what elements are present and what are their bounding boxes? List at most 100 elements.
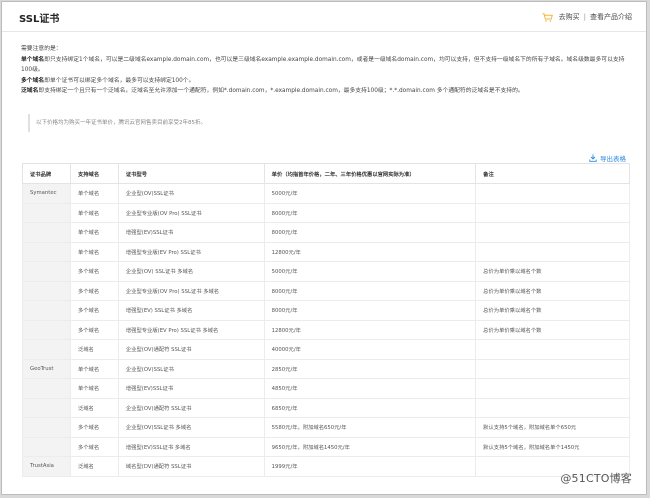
export-table-button[interactable]: 导出表格 bbox=[589, 153, 626, 163]
cell-price: 12800元/年 bbox=[263, 241, 477, 262]
cell-brand: Symantec bbox=[22, 183, 71, 204]
cell-model: 增强型(EV) SSL证书 多域名 bbox=[117, 300, 265, 321]
cell-price: 1999元/年 bbox=[263, 456, 477, 477]
notice-term: 泛域名 bbox=[21, 88, 39, 94]
cell-model: 域名型(DV)通配符 SSL证书 bbox=[117, 456, 265, 477]
table-row: 单个域名 增强型(EV)SSL证书 8000元/年 bbox=[22, 222, 630, 243]
watermark: @51CTO博客 bbox=[560, 472, 632, 485]
top-bar: SSL证书 去购买 | 查看产品介绍 bbox=[2, 2, 646, 32]
notice-term: 多个域名 bbox=[21, 77, 45, 84]
cell-brand bbox=[22, 300, 71, 321]
cell-remark bbox=[475, 397, 630, 418]
cell-model: 增强型(EV)SSL证书 多域名 bbox=[117, 436, 265, 457]
divider: | bbox=[583, 13, 586, 21]
table-row: 泛域名 企业型(OV)通配符 SSL证书 40000元/年 bbox=[22, 339, 630, 360]
cell-model: 企业型(OV)通配符 SSL证书 bbox=[117, 339, 265, 360]
cell-domain: 单个域名 bbox=[69, 378, 119, 399]
cell-domain: 单个域名 bbox=[69, 183, 119, 204]
cell-remark: 总价为单价乘以域名个数 bbox=[475, 300, 630, 321]
cell-brand bbox=[22, 339, 71, 360]
table-row: GeoTrust 单个域名 企业型(OV)SSL证书 2850元/年 bbox=[22, 358, 630, 379]
page-title: SSL证书 bbox=[19, 14, 60, 25]
top-actions: 去购买 | 查看产品介绍 bbox=[542, 12, 632, 22]
cell-domain: 单个域名 bbox=[69, 222, 119, 243]
notice-block: 需要注意的是： 单个域名即只支持绑定1个域名，可以是二级域名example.do… bbox=[21, 44, 633, 97]
cell-remark: 总价为单价乘以域名个数 bbox=[475, 319, 630, 340]
cell-remark bbox=[475, 202, 630, 223]
cell-model: 企业型(OV)SSL证书 bbox=[117, 183, 265, 204]
notice-heading: 需要注意的是： bbox=[21, 46, 62, 52]
cell-brand bbox=[22, 397, 71, 418]
cell-price: 4850元/年 bbox=[263, 378, 477, 399]
cell-price: 8000元/年 bbox=[263, 280, 477, 301]
cell-brand bbox=[22, 436, 71, 457]
cell-remark bbox=[475, 339, 630, 360]
table-row: 多个域名 增强型(EV)SSL证书 多域名 9650元/年，附加域名1450元/年默… bbox=[22, 436, 630, 457]
export-label: 导出表格 bbox=[600, 155, 626, 163]
cell-remark: 总价为单价乘以域名个数 bbox=[475, 261, 630, 282]
table-row: 多个域名 企业型专业版(OV Pro) SSL证书 多域名 8000元/年 总价为单价… bbox=[22, 280, 630, 301]
cell-brand bbox=[22, 222, 71, 243]
table-row: 多个域名 增强型专业版(EV Pro) SSL证书 多域名 12800元/年 总价为单… bbox=[22, 319, 630, 340]
cell-brand: GeoTrust bbox=[22, 358, 71, 379]
cell-brand bbox=[22, 261, 71, 282]
table-row: 多个域名 企业型(OV) SSL证书 多域名 5000元/年 总价为单价乘以域名个数 bbox=[22, 261, 630, 282]
notice-text: 即支持绑定一个且只有一个泛域名，泛域名至允许添加一个通配符，例如*.domain… bbox=[38, 88, 524, 94]
cell-price: 2850元/年 bbox=[263, 358, 477, 379]
cell-brand bbox=[22, 202, 71, 223]
cart-icon bbox=[542, 12, 553, 22]
cell-model: 企业型(OV)通配符 SSL证书 bbox=[117, 397, 265, 418]
cell-price: 8000元/年 bbox=[263, 222, 477, 243]
header-brand: 证书品牌 bbox=[22, 163, 71, 184]
cell-price: 12800元/年 bbox=[263, 319, 477, 340]
notice-line-multi: 多个域名即单个证书可以绑定多个域名，最多可以支持绑定100个。 bbox=[21, 76, 633, 87]
cell-remark: 默认支持5个域名，附加域名单个1450元 bbox=[475, 436, 630, 457]
notice-term: 单个域名 bbox=[21, 56, 45, 63]
cell-model: 增强型(EV)SSL证书 bbox=[117, 378, 265, 399]
cell-remark bbox=[475, 241, 630, 262]
price-note: 以下价格均为购买一年证书单价，腾讯云官网售卖目前享受2年85折。 bbox=[28, 114, 634, 132]
notice-line-single: 单个域名即只支持绑定1个域名，可以是二级域名example.domain.com… bbox=[21, 55, 633, 76]
download-icon bbox=[589, 154, 597, 162]
table-row: 泛域名 企业型(OV)通配符 SSL证书 6850元/年 bbox=[22, 397, 630, 418]
table-row: TrustAsia 泛域名 域名型(DV)通配符 SSL证书 1999元/年 bbox=[22, 456, 630, 477]
cell-remark: 总价为单价乘以域名个数 bbox=[475, 280, 630, 301]
cell-remark bbox=[475, 183, 630, 204]
buy-link[interactable]: 去购买 bbox=[559, 12, 580, 22]
header-domain: 支持域名 bbox=[69, 163, 119, 184]
table-row: 多个域名 增强型(EV) SSL证书 多域名 8000元/年 总价为单价乘以域名个数 bbox=[22, 300, 630, 321]
notice-text: 即单个证书可以绑定多个域名，最多可以支持绑定100个。 bbox=[44, 77, 195, 84]
cell-price: 5000元/年 bbox=[263, 261, 477, 282]
cell-remark bbox=[475, 358, 630, 379]
header-model: 证书型号 bbox=[117, 163, 265, 184]
cell-domain: 多个域名 bbox=[69, 417, 119, 438]
cell-domain: 泛域名 bbox=[69, 397, 119, 418]
cell-model: 企业型(OV)SSL证书 bbox=[117, 358, 265, 379]
cell-price: 8000元/年 bbox=[263, 202, 477, 223]
cell-domain: 单个域名 bbox=[69, 202, 119, 223]
cell-remark bbox=[475, 222, 630, 243]
cell-model: 增强型专业版(EV Pro) SSL证书 多域名 bbox=[117, 319, 265, 340]
cell-domain: 泛域名 bbox=[69, 456, 119, 477]
header-price: 单价（均指首年价格，二年、三年价格优惠以官网实际为准） bbox=[263, 163, 477, 184]
cell-brand bbox=[22, 241, 71, 262]
cell-domain: 多个域名 bbox=[69, 280, 119, 301]
cell-domain: 单个域名 bbox=[69, 358, 119, 379]
cell-price: 5000元/年 bbox=[263, 183, 477, 204]
cell-domain: 多个域名 bbox=[69, 319, 119, 340]
cell-brand bbox=[22, 378, 71, 399]
cell-domain: 单个域名 bbox=[69, 241, 119, 262]
table-header-row: 证书品牌 支持域名 证书型号 单价（均指首年价格，二年、三年价格优惠以官网实际为… bbox=[22, 163, 630, 184]
cell-model: 增强型(EV)SSL证书 bbox=[117, 222, 265, 243]
ssl-price-table: 证书品牌 支持域名 证书型号 单价（均指首年价格，二年、三年价格优惠以官网实际为… bbox=[22, 163, 630, 477]
cell-remark: 默认支持5个域名，附加域名单个650元 bbox=[475, 417, 630, 438]
cell-price: 5580元/年，附加域名650元/年 bbox=[263, 417, 477, 438]
notice-line-wildcard: 泛域名即支持绑定一个且只有一个泛域名，泛域名至允许添加一个通配符，例如*.dom… bbox=[21, 86, 633, 97]
product-intro-link[interactable]: 查看产品介绍 bbox=[590, 12, 632, 22]
cell-price: 9650元/年，附加域名1450元/年 bbox=[263, 436, 477, 457]
table-row: Symantec 单个域名 企业型(OV)SSL证书 5000元/年 bbox=[22, 183, 630, 204]
cell-domain: 多个域名 bbox=[69, 436, 119, 457]
header-remark: 备注 bbox=[475, 163, 630, 184]
cell-model: 企业型(OV)SSL证书 多域名 bbox=[117, 417, 265, 438]
table-row: 多个域名 企业型(OV)SSL证书 多域名 5580元/年，附加域名650元/年 默认… bbox=[22, 417, 630, 438]
